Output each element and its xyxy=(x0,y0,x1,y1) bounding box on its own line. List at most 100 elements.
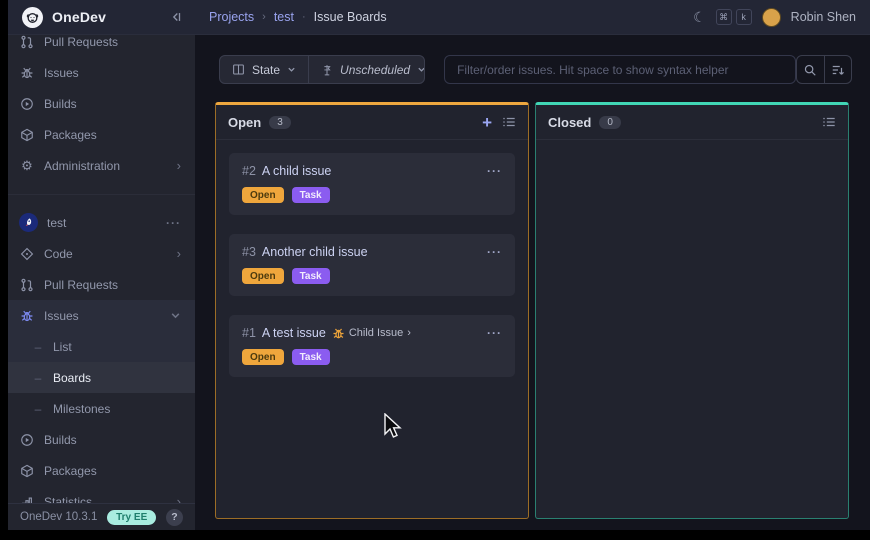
column-cards: #2 A child issue ··· Open Task xyxy=(216,140,528,409)
sidebar-item-project-builds[interactable]: Builds xyxy=(8,424,195,455)
board-state-dropdown[interactable]: State xyxy=(220,56,308,83)
sidebar-item-issues-boards[interactable]: – Boards xyxy=(8,362,195,393)
try-ee-badge[interactable]: Try EE xyxy=(107,510,156,525)
chevron-down-icon xyxy=(417,65,425,74)
sidebar-item-issues-list[interactable]: – List xyxy=(8,331,195,362)
sidebar-item-label: Boards xyxy=(53,371,91,385)
child-issue-link[interactable]: Child Issue › xyxy=(332,327,411,340)
code-icon xyxy=(19,247,35,261)
issue-card[interactable]: #2 A child issue ··· Open Task xyxy=(229,153,515,215)
onedev-app: OneDev Projects › test · Issue Boards ☾ … xyxy=(8,0,870,530)
type-badge: Task xyxy=(292,268,330,284)
sub-item-dash: – xyxy=(32,371,44,385)
column-header-open: Open 3 + xyxy=(216,105,528,140)
sidebar-item-label: Administration xyxy=(44,159,120,173)
milestone-dropdown[interactable]: Unscheduled xyxy=(308,56,425,83)
issue-title-link[interactable]: A child issue xyxy=(262,164,331,178)
user-avatar[interactable] xyxy=(762,8,781,27)
sidebar-item-label: Builds xyxy=(44,433,77,447)
issue-title-link[interactable]: Another child issue xyxy=(262,245,368,259)
brand-name[interactable]: OneDev xyxy=(52,9,106,25)
breadcrumb-project-link[interactable]: test xyxy=(274,10,294,24)
brand-area: OneDev xyxy=(8,7,195,28)
board-columns-icon xyxy=(232,63,245,76)
breadcrumb-current-page: Issue Boards xyxy=(314,10,387,24)
chevron-right-icon: › xyxy=(177,158,181,173)
board-state-label: State xyxy=(252,63,280,77)
main-content: State Unscheduled xyxy=(195,35,870,530)
column-cards xyxy=(536,140,848,166)
column-actions xyxy=(822,115,836,129)
sidebar-collapse-icon[interactable] xyxy=(169,10,183,24)
dark-mode-toggle-icon[interactable]: ☾ xyxy=(693,9,706,26)
sort-order-icon[interactable] xyxy=(824,56,851,83)
column-list-icon[interactable] xyxy=(822,115,836,129)
chevron-down-icon xyxy=(287,65,296,74)
board-column-open: Open 3 + xyxy=(215,102,529,519)
sidebar-item-builds[interactable]: Builds xyxy=(8,88,195,119)
card-menu-icon[interactable]: ··· xyxy=(487,245,502,259)
card-menu-icon[interactable]: ··· xyxy=(487,164,502,178)
column-title: Closed xyxy=(548,115,591,130)
state-badge: Open xyxy=(242,349,284,365)
sidebar-project-test[interactable]: test ··· xyxy=(8,207,195,238)
search-icon[interactable] xyxy=(797,56,824,83)
child-issue-label: Child Issue xyxy=(349,327,403,339)
column-title: Open xyxy=(228,115,261,130)
column-header-closed: Closed 0 xyxy=(536,105,848,140)
version-text: OneDev 10.3.1 xyxy=(20,511,97,523)
topbar: OneDev Projects › test · Issue Boards ☾ … xyxy=(8,0,870,35)
chevron-right-icon: › xyxy=(407,327,411,339)
sidebar-item-administration[interactable]: ⚙ Administration › xyxy=(8,150,195,181)
sidebar-item-project-packages[interactable]: Packages xyxy=(8,455,195,486)
filter-issues-input[interactable] xyxy=(444,55,796,84)
issue-card[interactable]: #1 A test issue xyxy=(229,315,515,377)
sidebar-item-issues-milestones[interactable]: – Milestones xyxy=(8,393,195,424)
column-list-icon[interactable] xyxy=(502,115,516,129)
project-more-icon[interactable]: ··· xyxy=(166,216,181,230)
kbd-k: k xyxy=(736,9,752,25)
sidebar-item-label: Packages xyxy=(44,464,97,478)
command-palette-shortcut[interactable]: ⌘ k xyxy=(716,9,752,25)
onedev-logo-icon[interactable] xyxy=(22,7,43,28)
screen: OneDev Projects › test · Issue Boards ☾ … xyxy=(0,0,870,540)
breadcrumb-projects-link[interactable]: Projects xyxy=(209,10,254,24)
add-issue-icon[interactable]: + xyxy=(482,114,492,131)
project-name: test xyxy=(47,216,66,230)
sidebar-item-project-pull-requests[interactable]: Pull Requests xyxy=(8,269,195,300)
card-labels: Open Task xyxy=(242,349,502,365)
card-header: #2 A child issue ··· xyxy=(242,164,502,178)
kbd-cmd: ⌘ xyxy=(716,9,732,25)
issue-title-link[interactable]: A test issue xyxy=(262,326,326,340)
chevron-down-icon xyxy=(170,310,181,321)
card-menu-icon[interactable]: ··· xyxy=(487,326,502,340)
type-badge: Task xyxy=(292,349,330,365)
sidebar-item-pull-requests[interactable]: Pull Requests xyxy=(8,35,195,57)
help-icon[interactable]: ? xyxy=(166,509,183,526)
sidebar-item-label: List xyxy=(53,340,72,354)
sidebar-item-code[interactable]: Code › xyxy=(8,238,195,269)
project-avatar-rocket-icon xyxy=(19,213,38,232)
sub-item-dash: – xyxy=(32,402,44,416)
user-name[interactable]: Robin Shen xyxy=(791,10,856,24)
breadcrumb-separator: › xyxy=(262,11,266,23)
card-labels: Open Task xyxy=(242,268,502,284)
pull-request-icon xyxy=(19,278,35,292)
play-circle-icon xyxy=(19,97,35,111)
board-toolbar: State Unscheduled xyxy=(219,55,852,84)
sidebar-item-issues[interactable]: Issues xyxy=(8,57,195,88)
milestone-value: Unscheduled xyxy=(340,63,410,77)
play-circle-icon xyxy=(19,433,35,447)
chevron-right-icon: › xyxy=(177,246,181,261)
issue-number: #3 xyxy=(242,245,256,259)
issue-number: #2 xyxy=(242,164,256,178)
board-selector-group: State Unscheduled xyxy=(219,55,425,84)
sidebar-item-project-issues[interactable]: Issues xyxy=(8,300,195,331)
sidebar-item-label: Issues xyxy=(44,66,79,80)
sidebar-item-packages[interactable]: Packages xyxy=(8,119,195,150)
issue-card[interactable]: #3 Another child issue ··· Open Task xyxy=(229,234,515,296)
sidebar-item-label: Milestones xyxy=(53,402,110,416)
sidebar-item-label: Issues xyxy=(44,309,79,323)
sidebar-item-label: Packages xyxy=(44,128,97,142)
state-badge: Open xyxy=(242,187,284,203)
